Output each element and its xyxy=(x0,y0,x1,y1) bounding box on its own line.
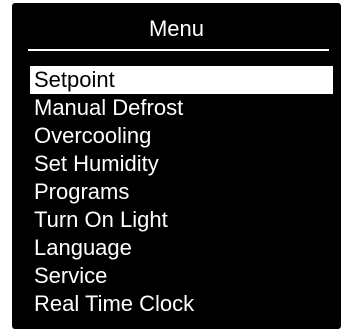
menu-title: Menu xyxy=(148,16,205,41)
menu-item-service[interactable]: Service xyxy=(30,262,333,290)
menu-item-manual-defrost[interactable]: Manual Defrost xyxy=(30,94,333,122)
menu-item-set-humidity[interactable]: Set Humidity xyxy=(30,150,333,178)
menu-item-programs[interactable]: Programs xyxy=(30,178,333,206)
menu-item-real-time-clock[interactable]: Real Time Clock xyxy=(30,290,333,318)
title-divider xyxy=(28,49,329,51)
menu-list: Setpoint Manual Defrost Overcooling Set … xyxy=(30,66,333,318)
menu-item-language[interactable]: Language xyxy=(30,234,333,262)
menu-item-setpoint[interactable]: Setpoint xyxy=(30,66,333,94)
menu-item-turn-on-light[interactable]: Turn On Light xyxy=(30,206,333,234)
menu-item-overcooling[interactable]: Overcooling xyxy=(30,122,333,150)
lcd-screen: Menu Setpoint Manual Defrost Overcooling… xyxy=(12,3,341,329)
